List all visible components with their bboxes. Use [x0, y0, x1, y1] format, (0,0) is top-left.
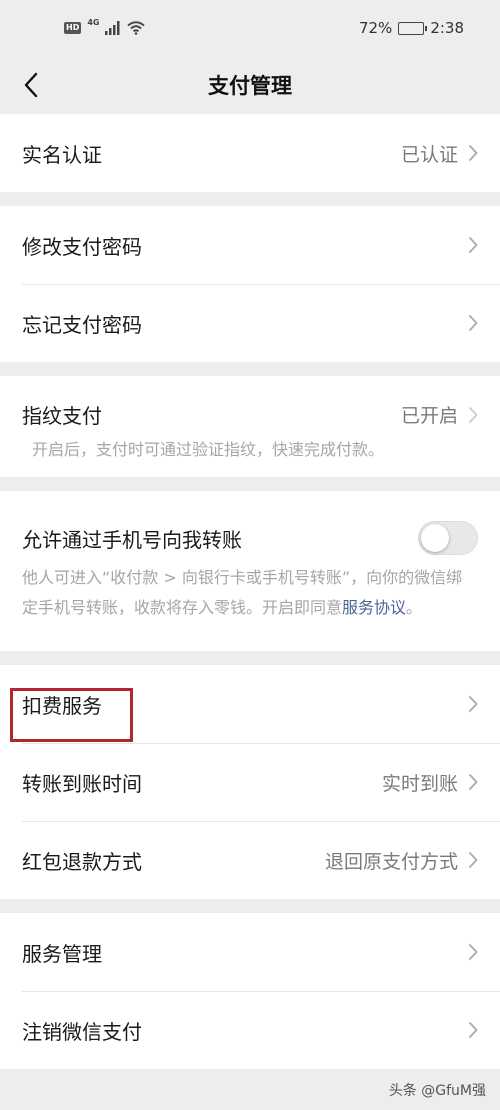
- transfer-time-label: 转账到账时间: [22, 771, 142, 796]
- group-service: 服务管理 注销微信支付: [0, 913, 500, 1069]
- forgot-password-row[interactable]: 忘记支付密码: [0, 284, 500, 362]
- chevron-right-icon: [468, 236, 478, 254]
- service-manage-label: 服务管理: [22, 941, 102, 966]
- change-password-label: 修改支付密码: [22, 234, 142, 259]
- battery-percent: 72%: [358, 19, 393, 37]
- phone-transfer-description: 他人可进入“收付款 > 向银行卡或手机号转账”，向你的微信绑定手机号转账，收款将…: [22, 568, 463, 617]
- chevron-right-icon: [468, 1021, 478, 1039]
- status-left: HD 4G: [64, 17, 146, 35]
- realname-status: 已认证: [400, 143, 458, 166]
- group-realname: 实名认证 已认证: [0, 114, 500, 192]
- nav-bar: 支付管理: [0, 56, 500, 114]
- watermark: 头条 @GfuM强: [388, 1083, 486, 1099]
- back-button[interactable]: [16, 68, 46, 102]
- chevron-right-icon: [468, 773, 478, 791]
- transfer-time-value: 实时到账: [381, 772, 458, 795]
- group-password: 修改支付密码 忘记支付密码: [0, 206, 500, 362]
- toggle-knob: [421, 524, 449, 552]
- chevron-right-icon: [468, 695, 478, 713]
- network-type: 4G: [87, 17, 100, 27]
- cancel-wechat-pay-label: 注销微信支付: [22, 1019, 142, 1044]
- redpacket-refund-row[interactable]: 红包退款方式 退回原支付方式: [0, 821, 500, 899]
- chevron-right-icon: [468, 314, 478, 332]
- clock: 2:38: [430, 19, 464, 37]
- chevron-right-icon: [468, 943, 478, 961]
- battery-icon: [398, 21, 428, 35]
- realname-label: 实名认证: [22, 142, 102, 167]
- service-manage-row[interactable]: 服务管理: [0, 913, 500, 991]
- chevron-right-icon: [468, 144, 478, 162]
- highlight-box: [10, 688, 133, 742]
- status-bar: HD 4G 72% 2:38: [0, 0, 500, 56]
- hd-badge: HD: [64, 22, 82, 34]
- phone-transfer-label: 允许通过手机号向我转账: [22, 527, 242, 552]
- cancel-wechat-pay-row[interactable]: 注销微信支付: [0, 991, 500, 1069]
- chevron-right-icon: [468, 851, 478, 869]
- fingerprint-status: 已开启: [400, 405, 458, 427]
- fingerprint-description: 开启后，支付时可通过验证指纹，快速完成付款。: [32, 440, 385, 459]
- transfer-time-row[interactable]: 转账到账时间 实时到账: [0, 743, 500, 821]
- fingerprint-label: 指纹支付: [22, 404, 102, 428]
- chevron-right-icon: [468, 406, 478, 423]
- back-arrow-icon: [24, 72, 38, 98]
- service-agreement-link[interactable]: 服务协议: [342, 598, 406, 617]
- forgot-password-label: 忘记支付密码: [22, 312, 142, 337]
- redpacket-refund-value: 退回原支付方式: [324, 850, 458, 873]
- group-fingerprint: 指纹支付 已开启 开启后，支付时可通过验证指纹，快速完成付款。: [0, 376, 500, 477]
- signal-icon: [105, 21, 120, 35]
- change-password-row[interactable]: 修改支付密码: [0, 206, 500, 284]
- page-title: 支付管理: [208, 74, 292, 98]
- fingerprint-row[interactable]: 指纹支付 已开启 开启后，支付时可通过验证指纹，快速完成付款。: [0, 376, 500, 477]
- group-phone-transfer: 允许通过手机号向我转账 他人可进入“收付款 > 向银行卡或手机号转账”，向你的微…: [0, 491, 500, 651]
- wifi-icon: [127, 21, 146, 35]
- redpacket-refund-label: 红包退款方式: [22, 849, 142, 874]
- phone-transfer-toggle[interactable]: [418, 521, 478, 555]
- status-right: 72% 2:38: [359, 19, 464, 37]
- realname-row[interactable]: 实名认证 已认证: [0, 114, 500, 192]
- phone-transfer-row: 允许通过手机号向我转账 他人可进入“收付款 > 向银行卡或手机号转账”，向你的微…: [0, 491, 500, 651]
